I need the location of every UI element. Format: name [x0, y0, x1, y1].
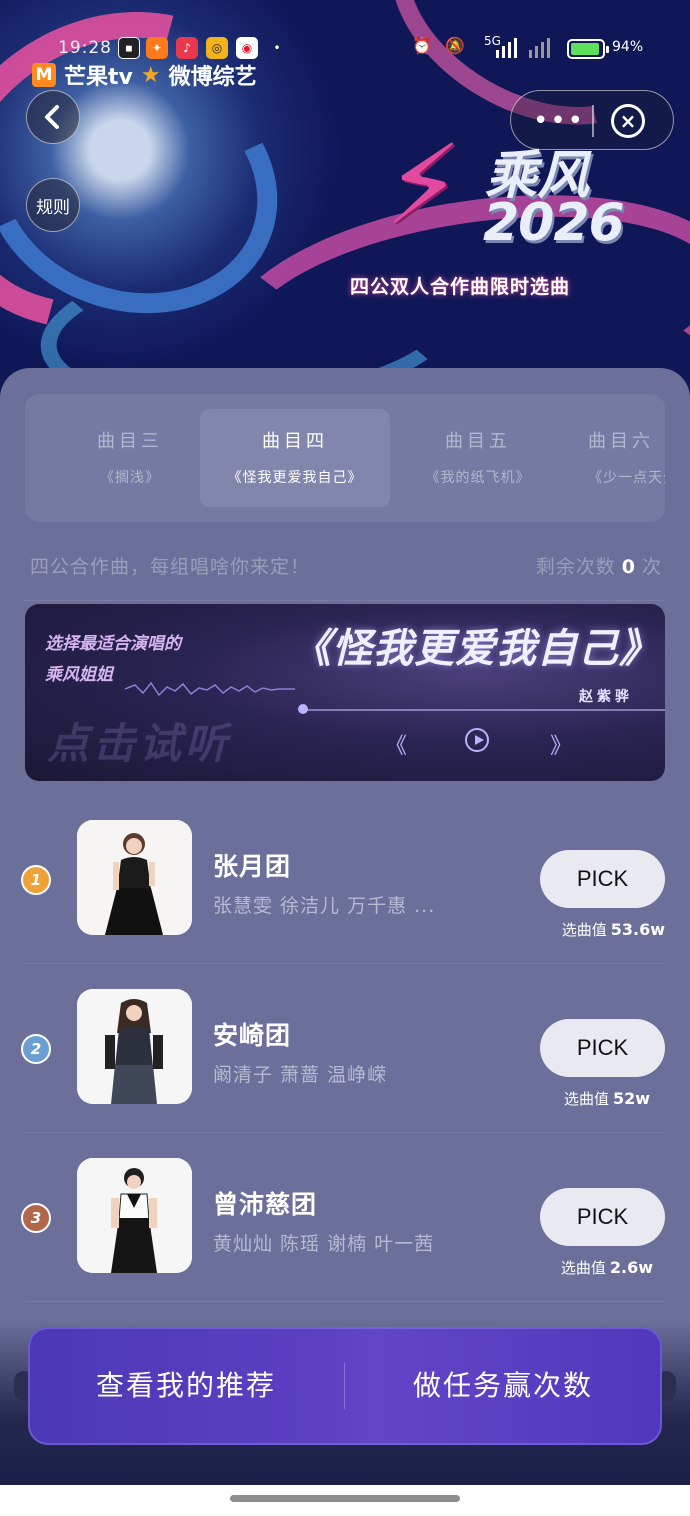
- song-preview-banner[interactable]: 选择最适合演唱的 乘风姐姐 点击试听 《怪我更爱我自己》 赵紫骅 《 》: [25, 604, 665, 781]
- progress-handle[interactable]: [298, 704, 308, 714]
- avatar: [77, 1158, 192, 1273]
- tab-song-4[interactable]: 曲目四 《怪我更爱我自己》: [200, 409, 390, 507]
- tab-song: 《少一点天分》: [588, 470, 665, 486]
- weibo-icon: ◉: [236, 37, 258, 59]
- tab-song-5[interactable]: 曲目五 《我的纸飞机》: [383, 409, 573, 507]
- home-indicator[interactable]: [230, 1495, 460, 1502]
- team-name: 张月团: [213, 852, 292, 881]
- status-bar: 19:28 ◼ ✦ ♪ ◎ ◉ • ⏰ 🔕 5G 94%: [0, 34, 690, 62]
- header-banner: 19:28 ◼ ✦ ♪ ◎ ◉ • ⏰ 🔕 5G 94% M 芒果tv ★ 微博…: [0, 0, 690, 400]
- pick-value-number: 2.6w: [609, 1258, 653, 1277]
- alarm-icon: ⏰: [412, 36, 432, 55]
- team-members: 张慧雯 徐洁儿 万千惠 ...: [213, 895, 436, 917]
- play-icon[interactable]: [465, 728, 489, 752]
- rules-button[interactable]: 规则: [26, 178, 80, 232]
- song-tabs: 曲目三 《搁浅》 曲目四 《怪我更爱我自己》 曲目五 《我的纸飞机》 曲目六 《…: [25, 394, 665, 522]
- pick-button[interactable]: PICK: [540, 1019, 665, 1077]
- brand-logos: M 芒果tv ★ 微博综艺: [32, 60, 257, 90]
- pick-value-number: 52w: [612, 1089, 650, 1108]
- battery-percent: 94%: [612, 39, 644, 55]
- mute-icon: 🔕: [445, 36, 465, 55]
- tab-title: 曲目五: [445, 431, 511, 452]
- rank-badge: 1: [21, 865, 51, 895]
- banner-tag: 选择最适合演唱的: [45, 634, 181, 654]
- tab-song-3[interactable]: 曲目三 《搁浅》: [35, 409, 225, 507]
- bottom-action-bar: 查看我的推荐 做任务赢次数: [28, 1327, 662, 1445]
- app-notification-icon: ◼: [118, 37, 140, 59]
- show-logo: ⚡ 乘风 2026: [385, 125, 625, 265]
- avatar-figure: [77, 820, 192, 935]
- app-notification-icon: ✦: [146, 37, 168, 59]
- tagline: 四公合作曲，每组唱啥你来定！: [30, 556, 311, 578]
- row-divider: [25, 1301, 665, 1302]
- remaining-unit: 次: [641, 556, 662, 578]
- battery-level: [571, 43, 600, 55]
- chevron-left-icon: [45, 105, 59, 129]
- tab-title: 曲目六: [588, 431, 654, 452]
- pick-button[interactable]: PICK: [540, 1188, 665, 1246]
- app-notification-icon: ♪: [176, 37, 198, 59]
- mango-logo-icon: M: [32, 63, 56, 87]
- tab-song-6[interactable]: 曲目六 《少一点天分》: [570, 409, 665, 507]
- tab-song: 《怪我更爱我自己》: [227, 470, 363, 486]
- tab-song: 《搁浅》: [100, 470, 160, 486]
- team-name: 安崎团: [213, 1021, 292, 1050]
- tab-title: 曲目四: [262, 431, 328, 452]
- progress-track[interactable]: [300, 709, 665, 711]
- banner-song-title: 《怪我更爱我自己》: [291, 626, 660, 672]
- avatar: [77, 820, 192, 935]
- team-name: 曾沛慈团: [213, 1190, 318, 1219]
- pick-value-label: 选曲值: [561, 921, 607, 939]
- avatar-figure: [77, 989, 192, 1104]
- remaining-count: 剩余次数 0 次: [536, 552, 662, 579]
- waveform-icon: [125, 681, 295, 697]
- page: 19:28 ◼ ✦ ♪ ◎ ◉ • ⏰ 🔕 5G 94% M 芒果tv ★ 微博…: [0, 0, 690, 1516]
- pick-button[interactable]: PICK: [540, 850, 665, 908]
- banner-artist: 赵紫骅: [579, 689, 633, 705]
- banner-tag: 乘风姐姐: [45, 665, 113, 685]
- pick-value: 选曲值 2.6w: [528, 1257, 653, 1278]
- brand-weibo: 微博综艺: [168, 65, 257, 90]
- pick-value-label: 选曲值: [560, 1259, 606, 1277]
- tab-song: 《我的纸飞机》: [425, 470, 531, 486]
- weibo-star-icon: ★: [140, 62, 161, 88]
- do-tasks-button[interactable]: 做任务赢次数: [345, 1327, 661, 1445]
- rank-badge: 3: [21, 1203, 51, 1233]
- page-subtitle: 四公双人合作曲限时选曲: [350, 276, 571, 298]
- remaining-value: 0: [621, 556, 636, 578]
- signal-bars-secondary-icon: [529, 38, 550, 58]
- divider: [25, 600, 665, 601]
- pick-value: 选曲值 52w: [525, 1088, 650, 1109]
- rank-badge: 2: [21, 1034, 51, 1064]
- info-line: 四公合作曲，每组唱啥你来定！ 剩余次数 0 次: [30, 552, 662, 582]
- next-icon[interactable]: 》: [550, 728, 572, 760]
- status-time: 19:28: [58, 38, 112, 58]
- view-my-recommend-button[interactable]: 查看我的推荐: [28, 1327, 344, 1445]
- team-members: 黄灿灿 陈瑶 谢楠 叶一茜: [213, 1233, 435, 1255]
- app-notification-icon: ◎: [206, 37, 228, 59]
- preview-label: 点击试听: [47, 719, 232, 768]
- pick-value-label: 选曲值: [563, 1090, 609, 1108]
- prev-icon[interactable]: 《: [385, 728, 407, 760]
- show-logo-mark-icon: ⚡: [385, 121, 462, 249]
- team-members: 阚清子 萧蔷 温峥嵘: [213, 1064, 388, 1086]
- team-row: 1 张月团 张慧雯 徐洁儿 万千惠 ... PICK 选曲值 53.6w: [0, 795, 690, 964]
- battery-icon: [567, 39, 609, 59]
- team-row: 2 安崎团 阚清子 萧蔷 温峥嵘 PICK 选曲值 52w: [0, 964, 690, 1133]
- team-row: 3 曾沛慈团 黄灿灿 陈瑶 谢楠 叶一茜 PICK 选曲值 2.6w: [0, 1133, 690, 1302]
- avatar-figure: [77, 1158, 192, 1273]
- signal-bars-icon: [496, 38, 517, 58]
- more-dot-icon: •: [273, 41, 281, 55]
- show-year: 2026: [483, 193, 625, 253]
- remaining-label: 剩余次数: [535, 556, 616, 578]
- brand-mango: 芒果tv: [64, 65, 133, 90]
- avatar: [77, 989, 192, 1104]
- back-button[interactable]: [26, 90, 80, 144]
- pick-value: 选曲值 53.6w: [540, 919, 665, 940]
- tab-title: 曲目三: [97, 431, 163, 452]
- pick-value-number: 53.6w: [610, 920, 665, 939]
